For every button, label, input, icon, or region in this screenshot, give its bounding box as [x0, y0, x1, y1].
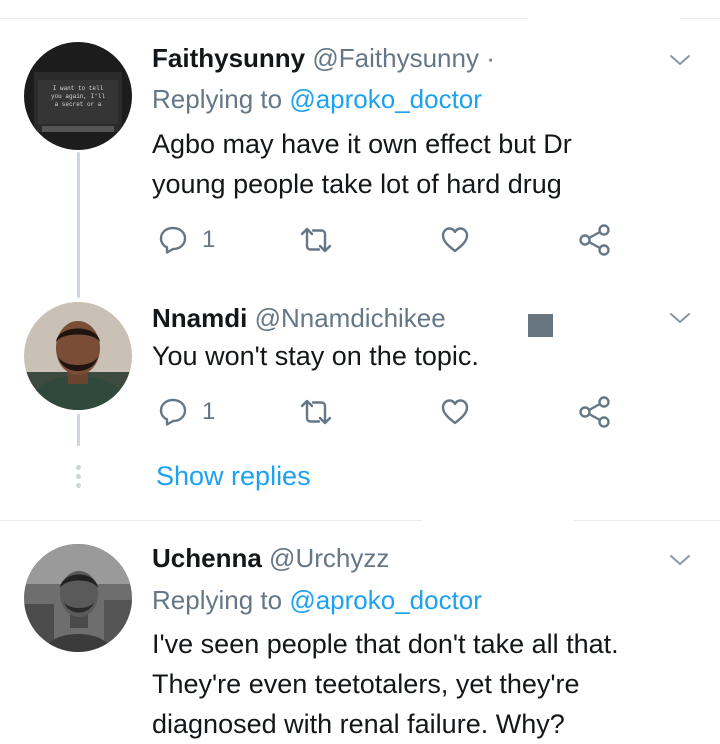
retweet-button[interactable] — [298, 392, 334, 432]
user-handle[interactable]: @Urchyzz — [269, 543, 389, 573]
avatar[interactable] — [24, 302, 132, 410]
like-icon — [441, 227, 469, 253]
replying-to: Replying to @aproko_doctor — [152, 584, 482, 616]
thread-dot — [76, 465, 81, 470]
avatar-text-line: you again, I'll — [51, 93, 105, 100]
like-icon — [441, 399, 469, 425]
retweet-icon — [300, 227, 332, 253]
tweet-header: Faithysunny @Faithysunny · — [152, 42, 495, 74]
replying-to-link[interactable]: @aproko_doctor — [289, 585, 482, 615]
avatar-image — [24, 302, 132, 410]
tweet-text: Agbo may have it own effect but Dr young… — [152, 124, 697, 204]
chevron-down-icon[interactable] — [668, 548, 692, 572]
tweet-header: Uchenna @Urchyzz — [152, 542, 389, 574]
thread-divider — [0, 520, 720, 521]
tweet-text-line: I've seen people that don't take all tha… — [152, 629, 619, 659]
tweet-text: You won't stay on the topic. — [152, 336, 697, 376]
tweet-text: I've seen people that don't take all tha… — [152, 624, 697, 744]
retweet-button[interactable] — [298, 220, 334, 260]
reply-icon — [159, 398, 187, 426]
share-icon — [579, 224, 610, 256]
show-replies-link[interactable]: Show replies — [156, 458, 311, 494]
reply-icon — [159, 226, 187, 254]
thread-line — [77, 414, 80, 446]
top-mask — [528, 0, 680, 40]
retweet-icon — [300, 399, 332, 425]
tweet-text-line: You won't stay on the topic. — [152, 341, 479, 371]
avatar-image: I want to tell you again, I'll a secret … — [24, 42, 132, 150]
thread-line — [77, 152, 80, 298]
user-handle[interactable]: @Faithysunny — [312, 43, 479, 73]
tweet-header: Nnamdi @Nnamdichikee — [152, 302, 446, 334]
replying-to-link[interactable]: @aproko_doctor — [289, 84, 482, 114]
separator-dot: · — [486, 43, 495, 73]
replying-prefix: Replying to — [152, 84, 283, 114]
avatar-text-line: a secret or a — [55, 101, 102, 108]
tweet-actions: 1 — [152, 392, 632, 432]
like-button[interactable] — [440, 220, 470, 260]
reply-button[interactable]: 1 — [158, 220, 215, 260]
avatar-text-line: I want to tell — [53, 85, 104, 92]
avatar-image — [24, 544, 132, 652]
replying-prefix: Replying to — [152, 585, 283, 615]
chevron-down-icon[interactable] — [668, 306, 692, 330]
avatar[interactable]: I want to tell you again, I'll a secret … — [24, 42, 132, 150]
reply-button[interactable]: 1 — [158, 392, 215, 432]
display-name[interactable]: Uchenna — [152, 543, 262, 573]
divider-mask — [422, 508, 574, 530]
tweet-actions: 1 — [152, 220, 632, 260]
avatar[interactable] — [24, 544, 132, 652]
reply-count: 1 — [202, 398, 216, 425]
share-button[interactable] — [578, 392, 612, 432]
like-button[interactable] — [440, 392, 470, 432]
tweet-text-line: diagnosed with renal failure. Why? — [152, 709, 565, 739]
reply-count: 1 — [202, 226, 216, 253]
display-name[interactable]: Nnamdi — [152, 303, 247, 333]
replying-to: Replying to @aproko_doctor — [152, 83, 482, 115]
thread-dot — [76, 474, 81, 479]
tweet-text-line: They're even teetotalers, yet they're — [152, 669, 580, 699]
share-button[interactable] — [578, 220, 612, 260]
placeholder-square — [528, 314, 553, 337]
user-handle[interactable]: @Nnamdichikee — [255, 303, 446, 333]
tweet-text-line: young people take lot of hard drug — [152, 169, 562, 199]
display-name[interactable]: Faithysunny — [152, 43, 305, 73]
chevron-down-icon[interactable] — [668, 48, 692, 72]
share-icon — [579, 396, 610, 428]
thread-dot — [76, 483, 81, 488]
tweet-text-line: Agbo may have it own effect but Dr — [152, 129, 572, 159]
